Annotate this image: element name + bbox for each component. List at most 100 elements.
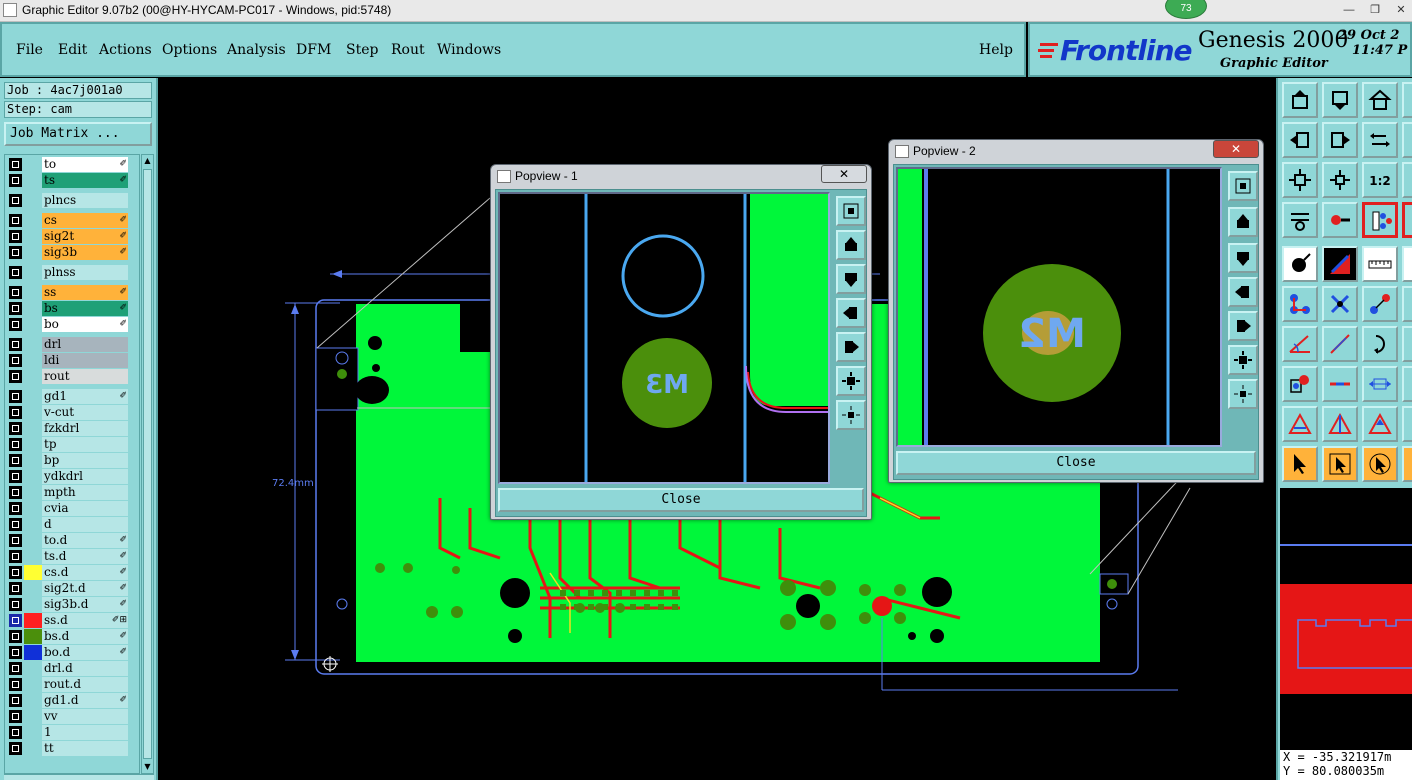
layer-color-swatch[interactable] xyxy=(24,597,42,612)
layer-color-swatch[interactable] xyxy=(24,213,42,228)
layer-name[interactable]: rout.d xyxy=(42,677,128,692)
layer-name[interactable]: to xyxy=(42,157,128,172)
pan-down-icon[interactable] xyxy=(836,264,866,294)
layer-row[interactable]: ldi xyxy=(7,353,129,368)
layer-row[interactable]: d xyxy=(7,517,129,532)
layer-name[interactable]: ts.d xyxy=(42,549,128,564)
layer-checkbox[interactable] xyxy=(9,230,22,243)
popview-1-window[interactable]: Popview - 1 ✕ M3 Close xyxy=(490,164,872,520)
layer-name[interactable]: fzkdrl xyxy=(42,421,128,436)
layer-name[interactable]: sig2t xyxy=(42,229,128,244)
triangle-alt-icon[interactable] xyxy=(1322,406,1358,442)
line-segment-icon[interactable] xyxy=(1322,366,1358,402)
layer-row[interactable]: bo.d ✐ xyxy=(7,645,129,660)
zoom-out-icon[interactable] xyxy=(836,400,866,430)
layer-row[interactable]: tt xyxy=(7,741,129,756)
layer-row[interactable]: v-cut xyxy=(7,405,129,420)
swap-view-icon[interactable] xyxy=(1362,122,1398,158)
layer-row[interactable]: cs.d ✐ xyxy=(7,565,129,580)
pan-up-icon[interactable] xyxy=(1228,207,1258,237)
layer-name[interactable]: sig2t.d xyxy=(42,581,128,596)
pointer-extra-icon[interactable] xyxy=(1402,446,1412,482)
layer-color-swatch[interactable] xyxy=(24,437,42,452)
view-home-icon[interactable] xyxy=(1282,82,1318,118)
notification-badge[interactable]: 73 xyxy=(1165,0,1207,19)
pointer-box-icon[interactable] xyxy=(1322,446,1358,482)
layer-checkbox[interactable] xyxy=(9,194,22,207)
layer-row[interactable]: ydkdrl xyxy=(7,469,129,484)
layer-name[interactable]: sig3b xyxy=(42,245,128,260)
layer-color-swatch[interactable] xyxy=(24,453,42,468)
menu-analysis[interactable]: Analysis xyxy=(227,42,286,58)
layer-name[interactable]: tp xyxy=(42,437,128,452)
menu-help[interactable]: Help xyxy=(979,42,1013,58)
layer-checkbox[interactable] xyxy=(9,246,22,259)
layer-color-swatch[interactable] xyxy=(24,469,42,484)
layer-name[interactable]: gd1 xyxy=(42,389,128,404)
zoom-fit-icon[interactable] xyxy=(836,196,866,226)
layer-checkbox[interactable] xyxy=(9,454,22,467)
layer-name[interactable]: plncs xyxy=(42,193,128,208)
zoom-in-icon[interactable] xyxy=(1228,345,1258,375)
menu-windows[interactable]: Windows xyxy=(437,42,501,58)
pan-left-icon[interactable] xyxy=(1228,277,1258,307)
arc-icon[interactable] xyxy=(1362,326,1398,362)
pan-up-icon[interactable] xyxy=(836,230,866,260)
layer-checkbox[interactable] xyxy=(9,438,22,451)
layer-color-swatch[interactable] xyxy=(24,265,42,280)
layer-color-swatch[interactable] xyxy=(24,301,42,316)
popview-2-close-icon[interactable]: ✕ xyxy=(1213,140,1259,158)
layer-checkbox[interactable] xyxy=(9,266,22,279)
layer-color-swatch[interactable] xyxy=(24,613,42,628)
zoom-in-tool-icon[interactable] xyxy=(1282,162,1318,198)
pointer-icon[interactable] xyxy=(1282,446,1318,482)
layer-color-swatch[interactable] xyxy=(24,549,42,564)
layer-checkbox[interactable] xyxy=(9,662,22,675)
layer-name[interactable]: vv xyxy=(42,709,128,724)
layer-checkbox[interactable] xyxy=(9,582,22,595)
layer-color-swatch[interactable] xyxy=(24,353,42,368)
dimension-icon[interactable] xyxy=(1362,366,1398,402)
layer-color-swatch[interactable] xyxy=(24,405,42,420)
layer-row[interactable]: 1 xyxy=(7,725,129,740)
pan-right-tool-icon[interactable] xyxy=(1322,122,1358,158)
layer-name[interactable]: sig3b.d xyxy=(42,597,128,612)
triangle-icon[interactable] xyxy=(1282,406,1318,442)
node-extra-icon[interactable] xyxy=(1402,286,1412,322)
layer-checkbox[interactable] xyxy=(9,354,22,367)
layer-name[interactable]: plnss xyxy=(42,265,128,280)
layer-name[interactable]: drl xyxy=(42,337,128,352)
minimize-icon[interactable]: — xyxy=(1336,2,1362,19)
layer-tool-2-icon[interactable] xyxy=(1402,202,1412,238)
angle-line-icon[interactable] xyxy=(1282,326,1318,362)
layer-row[interactable]: plncs xyxy=(7,193,129,208)
measure-tool-icon[interactable] xyxy=(1322,202,1358,238)
layer-tool-icon[interactable] xyxy=(1362,202,1398,238)
layer-checkbox[interactable] xyxy=(9,286,22,299)
dimension-extra-icon[interactable] xyxy=(1402,366,1412,402)
layer-color-swatch[interactable] xyxy=(24,421,42,436)
layer-checkbox[interactable] xyxy=(9,422,22,435)
layer-checkbox[interactable] xyxy=(9,726,22,739)
triangle-extra-icon[interactable] xyxy=(1402,406,1412,442)
layer-color-swatch[interactable] xyxy=(24,157,42,172)
zoom-extra-icon[interactable] xyxy=(1402,162,1412,198)
pad-add-icon[interactable] xyxy=(1282,366,1318,402)
layer-color-swatch[interactable] xyxy=(24,517,42,532)
layer-row[interactable]: cs ✐ xyxy=(7,213,129,228)
layer-row[interactable]: rout.d xyxy=(7,677,129,692)
layer-name[interactable]: d xyxy=(42,517,128,532)
layer-checkbox[interactable] xyxy=(9,370,22,383)
move-node-icon[interactable] xyxy=(1362,286,1398,322)
layer-checkbox[interactable] xyxy=(9,318,22,331)
layer-name[interactable]: bp xyxy=(42,453,128,468)
cross-node-icon[interactable] xyxy=(1322,286,1358,322)
layer-color-swatch[interactable] xyxy=(24,629,42,644)
view-down-icon[interactable] xyxy=(1322,82,1358,118)
layer-name[interactable]: tt xyxy=(42,741,128,756)
layer-row[interactable]: plnss xyxy=(7,265,129,280)
layer-row[interactable]: sig2t.d ✐ xyxy=(7,581,129,596)
layer-checkbox[interactable] xyxy=(9,694,22,707)
layer-checkbox[interactable] xyxy=(9,534,22,547)
layer-checkbox[interactable] xyxy=(9,550,22,563)
